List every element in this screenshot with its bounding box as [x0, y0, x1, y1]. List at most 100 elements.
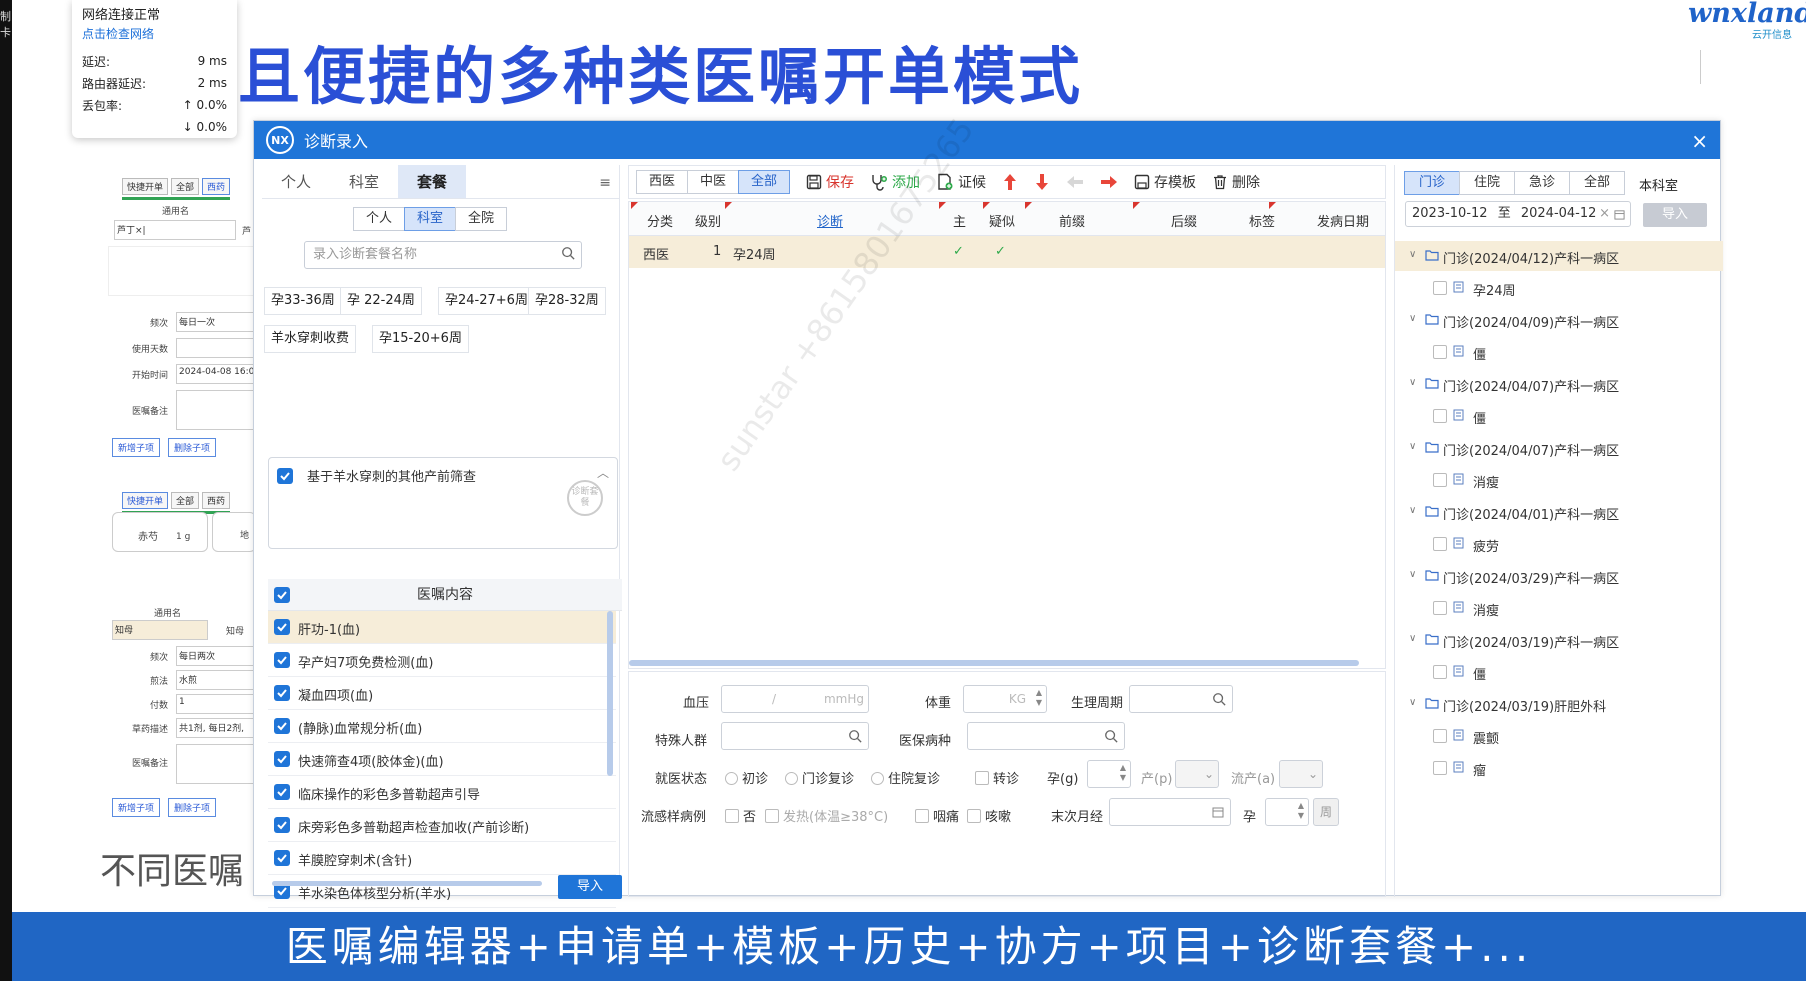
package-search-input[interactable]: 录入诊断套餐名称: [304, 241, 582, 269]
save-button[interactable]: 保存: [806, 172, 854, 192]
gravida-stepper[interactable]: ▲ ▼: [1087, 760, 1131, 788]
tab-personal[interactable]: 个人: [262, 165, 330, 198]
cell-main-check[interactable]: ✓: [953, 244, 964, 259]
package-chip[interactable]: 孕15-20+6周: [372, 325, 469, 353]
checkbox-unchecked[interactable]: [1433, 345, 1447, 359]
chevron-down-icon[interactable]: ∨: [1409, 633, 1416, 644]
scope-personal[interactable]: 个人: [353, 207, 406, 231]
history-diagnosis-item[interactable]: 瘤: [1395, 753, 1723, 783]
table-row[interactable]: 西医 1 孕24周 ✓ ✓: [629, 236, 1385, 268]
package-chip[interactable]: 羊水穿刺收费: [264, 325, 357, 353]
transfer-checkbox[interactable]: 转诊: [975, 768, 1019, 787]
list-item[interactable]: 快速筛查4项(胶体金)(血): [268, 743, 616, 776]
list-item[interactable]: 临床操作的彩色多普勒超声引导: [268, 776, 616, 809]
clear-icon[interactable]: ×: [1599, 202, 1610, 226]
package-chip[interactable]: 孕33-36周: [264, 287, 342, 315]
list-item[interactable]: (静脉)血常规分析(血): [268, 710, 616, 743]
checkbox-checked[interactable]: [274, 685, 290, 701]
save-template-button[interactable]: 存模板: [1134, 172, 1196, 192]
history-diagnosis-item[interactable]: 消瘦: [1395, 465, 1723, 495]
delete-button[interactable]: 删除: [1212, 172, 1260, 192]
scope-department[interactable]: 科室: [404, 207, 457, 231]
menu-icon[interactable]: ≡: [599, 175, 611, 191]
special-group-input[interactable]: [721, 722, 869, 750]
filter-western[interactable]: 西医: [636, 170, 689, 194]
move-up-icon[interactable]: [1002, 173, 1018, 191]
fever-checkbox[interactable]: 发热(体温≥38°C): [765, 806, 888, 825]
chevron-up-icon[interactable]: ︿: [597, 464, 609, 481]
cycle-input[interactable]: [1129, 685, 1233, 713]
radio-outpatient-return[interactable]: 门诊复诊: [785, 768, 854, 787]
department-filter[interactable]: 本科室: [1639, 175, 1678, 194]
bp-input[interactable]: / mmHg: [721, 685, 869, 713]
tab-package[interactable]: 套餐: [398, 165, 466, 198]
history-visit-node[interactable]: ∨ 门诊(2024/03/29)产科一病区: [1395, 561, 1723, 591]
date-range-input[interactable]: 2023-10-12 至 2024-04-12 ×: [1405, 201, 1631, 227]
pregnancy-week-stepper[interactable]: ▲ ▼: [1265, 798, 1309, 826]
history-visit-node[interactable]: ∨ 门诊(2024/04/07)产科一病区: [1395, 369, 1723, 399]
col-diagnosis[interactable]: 诊断: [817, 211, 843, 230]
history-diagnosis-item[interactable]: 僵: [1395, 337, 1723, 367]
checkbox-unchecked[interactable]: [1433, 409, 1447, 423]
package-chip[interactable]: 孕 22-24周: [340, 287, 422, 315]
list-item[interactable]: 肝功-1(血): [268, 611, 616, 644]
list-item[interactable]: 孕产妇7项免费检测(血): [268, 644, 616, 677]
checkbox-checked[interactable]: [274, 652, 290, 668]
cell-diagnosis[interactable]: 孕24周: [733, 244, 776, 263]
tab-all[interactable]: 全部: [1569, 171, 1625, 195]
checkbox-unchecked[interactable]: [1433, 537, 1447, 551]
history-diagnosis-item[interactable]: 僵: [1395, 657, 1723, 687]
filter-chinese[interactable]: 中医: [687, 170, 740, 194]
checkbox-checked[interactable]: [274, 751, 290, 767]
tab-emergency[interactable]: 急诊: [1514, 171, 1570, 195]
filter-all[interactable]: 全部: [738, 170, 791, 194]
lmp-date-input[interactable]: [1109, 798, 1231, 826]
history-diagnosis-item[interactable]: 震颤: [1395, 721, 1723, 751]
checkbox-checked[interactable]: [277, 468, 293, 484]
history-visit-node[interactable]: ∨ 门诊(2024/04/12)产科一病区: [1395, 241, 1723, 271]
tab-inpatient[interactable]: 住院: [1459, 171, 1515, 195]
list-item[interactable]: 凝血四项(血): [268, 677, 616, 710]
scope-hospital[interactable]: 全院: [455, 207, 508, 231]
move-down-icon[interactable]: [1034, 173, 1050, 191]
chevron-down-icon[interactable]: ∨: [1409, 249, 1416, 260]
checkbox-unchecked[interactable]: [1433, 601, 1447, 615]
checkbox-checked[interactable]: [274, 784, 290, 800]
radio-first-visit[interactable]: 初诊: [725, 768, 768, 787]
history-diagnosis-item[interactable]: 疲劳: [1395, 529, 1723, 559]
import-button-disabled[interactable]: 导入: [1643, 203, 1707, 227]
history-diagnosis-item[interactable]: 消瘦: [1395, 593, 1723, 623]
history-visit-node[interactable]: ∨ 门诊(2024/04/07)产科一病区: [1395, 433, 1723, 463]
move-right-icon[interactable]: [1100, 174, 1118, 190]
close-button[interactable]: ×: [1691, 129, 1708, 153]
chevron-down-icon[interactable]: ∨: [1409, 313, 1416, 324]
check-network-link[interactable]: 点击检查网络: [82, 25, 227, 42]
cell-suspect-check[interactable]: ✓: [995, 244, 1006, 259]
sore-throat-checkbox[interactable]: 咽痛: [915, 806, 959, 825]
chevron-down-icon[interactable]: ∨: [1409, 569, 1416, 580]
package-chip[interactable]: 孕24-27+6周: [438, 287, 535, 315]
checkbox-checked[interactable]: [274, 817, 290, 833]
list-item[interactable]: 床旁彩色多普勒超声检查加收(产前诊断): [268, 809, 616, 842]
list-item[interactable]: 羊膜腔穿刺术(含针): [268, 842, 616, 875]
tab-department[interactable]: 科室: [330, 165, 398, 198]
flu-no-checkbox[interactable]: 否: [725, 806, 756, 825]
package-chip[interactable]: 孕28-32周: [528, 287, 606, 315]
vertical-scrollbar[interactable]: [607, 611, 613, 776]
weight-input[interactable]: KG ▲ ▼: [963, 685, 1047, 713]
abortion-select[interactable]: ⌄: [1279, 760, 1323, 788]
horizontal-scrollbar[interactable]: [629, 660, 1359, 666]
chevron-down-icon[interactable]: ∨: [1409, 377, 1416, 388]
checkbox-checked[interactable]: [274, 850, 290, 866]
checkbox-checked[interactable]: [274, 718, 290, 734]
radio-inpatient-return[interactable]: 住院复诊: [871, 768, 940, 787]
chevron-down-icon[interactable]: ∨: [1409, 505, 1416, 516]
history-diagnosis-item[interactable]: 孕24周: [1395, 273, 1723, 303]
history-visit-node[interactable]: ∨ 门诊(2024/03/19)肝胆外科: [1395, 689, 1723, 719]
chevron-down-icon[interactable]: ∨: [1409, 697, 1416, 708]
tab-outpatient[interactable]: 门诊: [1404, 171, 1460, 195]
history-visit-node[interactable]: ∨ 门诊(2024/04/09)产科一病区: [1395, 305, 1723, 335]
history-visit-node[interactable]: ∨ 门诊(2024/03/19)产科一病区: [1395, 625, 1723, 655]
cough-checkbox[interactable]: 咳嗽: [967, 806, 1011, 825]
package-card[interactable]: 基于羊水穿刺的其他产前筛查 ︿ 诊断套餐: [268, 457, 618, 549]
